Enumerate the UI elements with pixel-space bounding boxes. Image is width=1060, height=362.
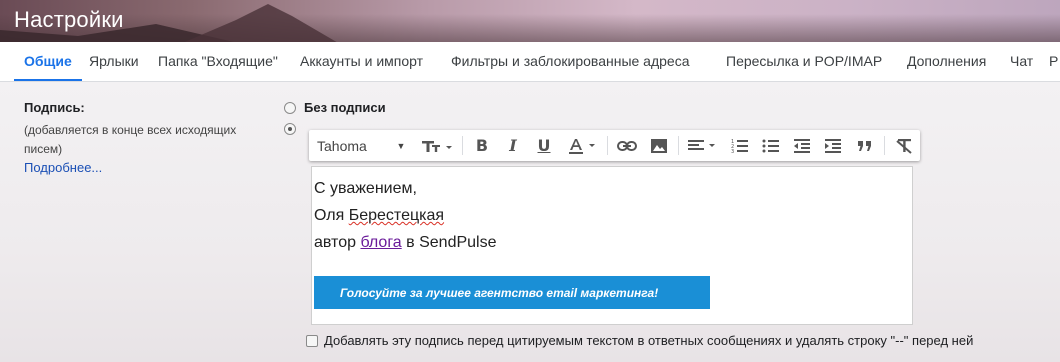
tab-addons[interactable]: Дополнения xyxy=(907,42,986,81)
settings-tabs: Общие Ярлыки Папка "Входящие" Аккаунты и… xyxy=(0,42,1060,82)
font-select[interactable]: Tahoma xyxy=(317,130,407,161)
signature-editor[interactable]: С уважением, Оля Берестецкая автор блога… xyxy=(311,166,913,325)
tab-general[interactable]: Общие xyxy=(14,42,82,81)
text-size-icon xyxy=(422,140,452,152)
quote-icon[interactable] xyxy=(852,130,878,161)
numbered-list-icon[interactable]: 1 2 3 xyxy=(727,130,753,161)
align-button[interactable] xyxy=(685,130,721,161)
indent-less-icon[interactable] xyxy=(789,130,815,161)
toolbar-divider xyxy=(678,136,679,155)
tab-accounts[interactable]: Аккаунты и импорт xyxy=(300,42,423,81)
align-icon xyxy=(688,139,715,150)
learn-more-link[interactable]: Подробнее... xyxy=(24,160,102,175)
text-size-button[interactable] xyxy=(417,130,457,161)
image-icon[interactable] xyxy=(646,130,672,161)
signature-radio[interactable] xyxy=(284,123,296,135)
toolbar-divider xyxy=(607,136,608,155)
tab-forwarding[interactable]: Пересылка и POP/IMAP xyxy=(726,42,882,81)
svg-text:3: 3 xyxy=(731,149,734,154)
bulleted-list-icon[interactable] xyxy=(758,130,784,161)
signature-line-3: автор блога в SendPulse xyxy=(314,234,497,252)
indent-more-icon[interactable] xyxy=(820,130,846,161)
toolbar-divider xyxy=(462,136,463,155)
tab-labels[interactable]: Ярлыки xyxy=(89,42,139,81)
tab-chat[interactable]: Чат xyxy=(1010,42,1033,81)
signature-section: Подпись: (добавляется в конце всех исход… xyxy=(0,82,1060,362)
tab-inbox[interactable]: Папка "Входящие" xyxy=(158,42,278,81)
toolbar-divider xyxy=(884,136,885,155)
tab-filters[interactable]: Фильтры и заблокированные адреса xyxy=(451,42,690,81)
page-title: Настройки xyxy=(14,7,124,32)
signature-last-name: Берестецкая xyxy=(348,207,445,224)
no-signature-radio[interactable] xyxy=(284,102,296,114)
italic-icon[interactable]: I xyxy=(502,130,524,161)
link-icon[interactable] xyxy=(614,130,640,161)
signature-line-2: Оля Берестецкая xyxy=(314,207,444,225)
signature-sublabel: (добавляется в конце всех исходящих писе… xyxy=(24,123,237,156)
chevron-down-icon[interactable]: ▼ xyxy=(395,130,407,161)
blog-link[interactable]: блога xyxy=(360,234,401,251)
tab-more[interactable]: Р xyxy=(1049,42,1058,81)
signature-first-name: Оля xyxy=(314,207,345,224)
insert-signature-label: Добавлять эту подпись перед цитируемым т… xyxy=(324,333,974,348)
underline-icon[interactable]: U xyxy=(533,130,555,161)
remove-formatting-icon[interactable] xyxy=(891,130,917,161)
text-color-icon xyxy=(569,138,595,154)
vote-banner[interactable]: Голосуйте за лучшее агентство email марк… xyxy=(314,276,710,309)
signature-suffix: в SendPulse xyxy=(406,234,497,251)
bold-icon[interactable]: B xyxy=(471,130,493,161)
signature-label: Подпись: xyxy=(24,100,85,115)
no-signature-label: Без подписи xyxy=(304,100,386,115)
signature-line-1: С уважением, xyxy=(314,180,417,197)
settings-header: Настройки xyxy=(0,0,1060,42)
insert-signature-checkbox[interactable] xyxy=(306,335,318,347)
signature-prefix: автор xyxy=(314,234,356,251)
formatting-toolbar: Tahoma ▼ B I U 1 2 3 xyxy=(309,130,920,161)
text-color-button[interactable] xyxy=(565,130,601,161)
